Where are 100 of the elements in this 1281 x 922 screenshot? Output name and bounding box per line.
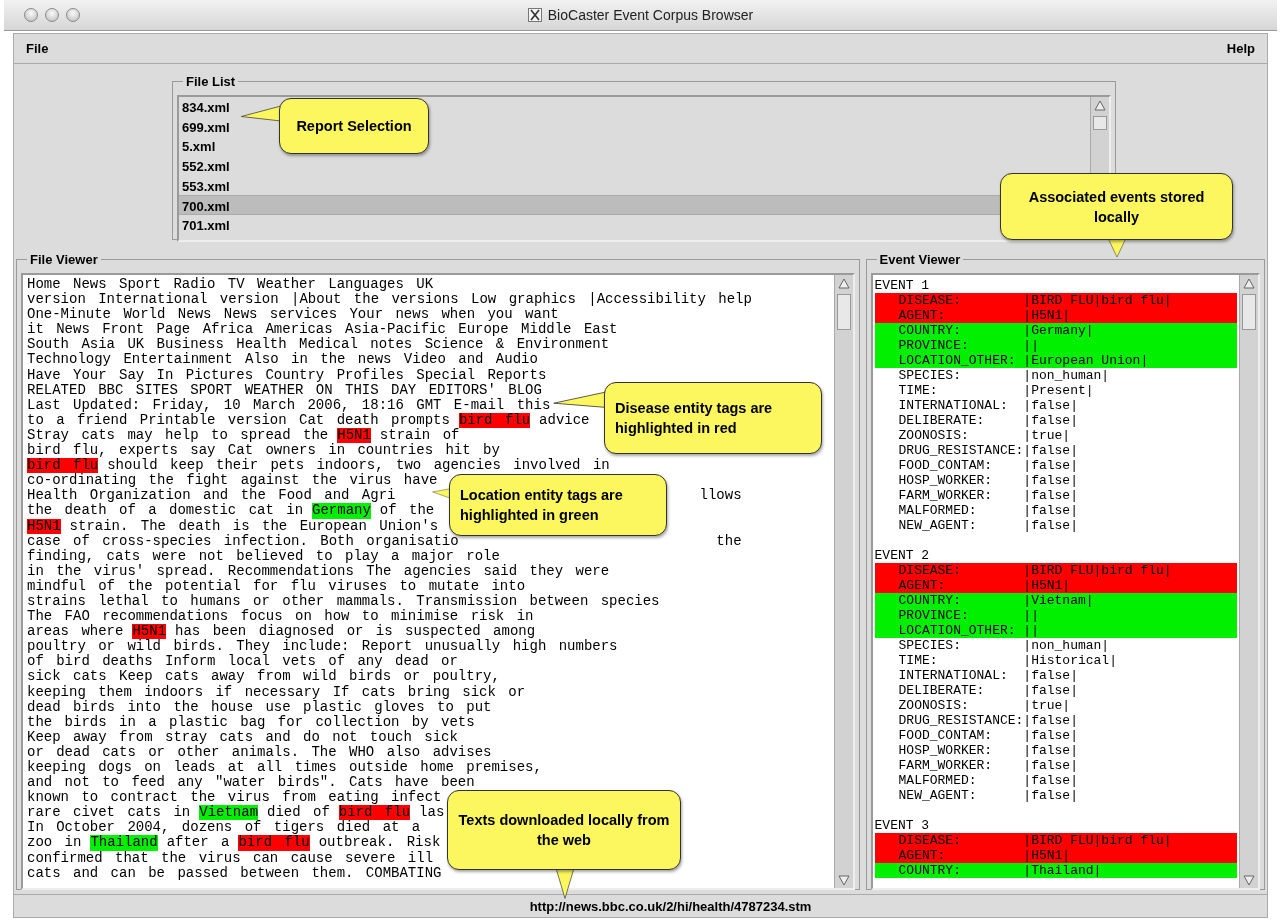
article-text: mindful of the potential for flu viruses to mutate into [27, 578, 526, 594]
disease-tag: H5N1 [27, 518, 61, 534]
article-text: known to contract the virus from eating infect [27, 790, 442, 806]
field-label: TIME: [898, 653, 939, 668]
article-text: Last Updated: Friday, 10 March 2006, 18:16 GMT E-mail this [27, 397, 551, 413]
field-label: DRUG_RESISTANCE: [898, 443, 1024, 458]
scrollbar-thumb[interactable] [1093, 116, 1107, 130]
field-value: |Vietnam| [1023, 593, 1094, 608]
field-label: NEW_AGENT: [898, 788, 978, 803]
article-text: the [716, 533, 742, 549]
article-text: The FAO recommendations focus on how to minimise risk in [27, 609, 534, 625]
scrollbar-thumb[interactable] [836, 294, 851, 330]
field-label: ZOONOSIS: [898, 698, 970, 713]
field-value: |false| [1023, 668, 1078, 683]
file-list-item[interactable]: 699.xml [179, 117, 230, 138]
article-text: cats and can be passed between them. COMBATING [27, 865, 442, 881]
article-text: finding, cats were not believed to play a major role [27, 548, 500, 564]
file-list-item[interactable]: 700.xml [179, 197, 230, 218]
file-list-item[interactable]: 553.xml [179, 176, 230, 197]
field-label: AGENT: [898, 578, 947, 593]
article-text: areas where [27, 624, 124, 640]
scrollbar-thumb[interactable] [1242, 294, 1256, 330]
article-text: co-ordinating the fight against the virus have [27, 473, 438, 489]
scroll-down-icon[interactable] [835, 872, 852, 888]
article-text: Have Your Say In Pictures Country Profiles Special Reports [27, 367, 547, 383]
file-list-item[interactable]: 5.xml [179, 137, 216, 158]
article-text: Keep away from stray cats and do not touch sick [27, 729, 458, 745]
field-label: DISEASE: [898, 833, 962, 848]
field-value: |false| [1023, 518, 1078, 533]
event-heading: EVENT 3 [874, 818, 931, 833]
article-text: In October 2004, dozens of tigers died at a [27, 820, 421, 836]
field-label: FOOD_CONTAM: [898, 458, 994, 473]
disease-tag: bird flu [27, 458, 99, 474]
field-label: COUNTRY: [898, 593, 962, 608]
field-value: |true| [1023, 698, 1071, 713]
article-text: bird flu, experts say Cat owners in countries hit by [27, 443, 500, 459]
field-label: LOCATION_OTHER: [898, 353, 1017, 368]
minimize-button[interactable] [45, 8, 59, 22]
field-value: |Thailand| [1023, 863, 1102, 878]
field-value: |false| [1023, 788, 1078, 803]
field-value: |false| [1023, 713, 1078, 728]
article-text: poultry or wild birds. They include: Report unusually high numbers [27, 639, 618, 655]
file-list-item[interactable]: 701.xml [179, 216, 230, 236]
callout-tooltip: Location entity tags are highlighted in green [449, 474, 667, 536]
scroll-up-icon[interactable] [1092, 98, 1108, 114]
panel-title: File List [185, 74, 237, 89]
article-text: confirmed that the virus can cause severe ill [27, 850, 434, 866]
article-text: keeping them indoors if necessary If cats bring sick or [27, 684, 526, 700]
disease-tag: bird flu [238, 835, 310, 851]
url-text: http://news.bbc.co.uk/2/hi/health/4787234.stm [529, 898, 812, 914]
field-value: |false| [1023, 398, 1078, 413]
field-value: |BIRD FLU|bird flu| [1023, 563, 1172, 578]
field-label: INTERNATIONAL: [898, 668, 1009, 683]
field-value: |false| [1023, 728, 1078, 743]
field-value: |false| [1023, 683, 1078, 698]
file-list-item[interactable]: 834.xml [179, 98, 230, 118]
panel-title: Event Viewer [878, 252, 962, 267]
article-text: strain of [379, 427, 460, 443]
article-text: Technology Entertainment Also in the news Video and Audio [27, 352, 538, 368]
field-value: |Germany| [1023, 323, 1094, 338]
field-value: |false| [1023, 443, 1078, 458]
panel-title: File Viewer [29, 252, 99, 267]
field-value: |false| [1023, 503, 1078, 518]
event-heading: EVENT 1 [874, 278, 931, 293]
scroll-down-icon[interactable] [1241, 872, 1257, 888]
article-text: Stray cats may help to spread the [27, 427, 329, 443]
file-list-item[interactable]: 552.xml [179, 157, 230, 177]
article-text: in the virus' spread. Recommendations The agencies said they were [27, 563, 610, 579]
article-text: or dead cats or other animals. The WHO also advises [27, 744, 492, 760]
vertical-scrollbar[interactable] [1239, 275, 1258, 888]
article-text: One-Minute World News News services Your news when you want [27, 307, 559, 323]
article-text: outbreak. Risk [318, 835, 441, 851]
field-label: MALFORMED: [898, 773, 978, 788]
callout-tooltip: Texts downloaded locally from the web [447, 790, 681, 870]
scroll-up-icon[interactable] [835, 276, 852, 292]
field-label: COUNTRY: [898, 863, 962, 878]
article-text: to a friend Printable version Cat death prompts [27, 412, 450, 428]
field-label: SPECIES: [898, 368, 962, 383]
field-label: SPECIES: [898, 638, 962, 653]
file-menu[interactable]: File [26, 41, 49, 56]
article-text: South Asia UK Business Health Medical notes Science & Environment [27, 337, 610, 353]
callout-tooltip: Disease entity tags are highlighted in red [604, 382, 822, 454]
field-label: NEW_AGENT: [898, 518, 978, 533]
field-value: |Present| [1023, 383, 1094, 398]
help-menu[interactable]: Help [1226, 41, 1255, 56]
close-button[interactable] [24, 8, 38, 22]
article-text: of bird deaths Inform local vets of any dead or [27, 654, 458, 670]
disease-tag: H5N1 [132, 624, 167, 640]
location-tag: Vietnam [199, 805, 259, 821]
article-text: keeping dogs on leads at all times outside home premises, [27, 760, 542, 775]
field-value: |false| [1023, 458, 1078, 473]
zoom-button[interactable] [66, 8, 80, 22]
disease-tag: bird flu [458, 412, 531, 428]
article-text: Home News Sport Radio TV Weather Languages UK [27, 277, 434, 292]
field-label: PROVINCE: [898, 608, 970, 623]
scroll-up-icon[interactable] [1241, 276, 1257, 292]
field-value: |true| [1023, 428, 1071, 443]
location-tag: Thailand [90, 835, 158, 851]
field-value: |false| [1023, 413, 1078, 428]
window-title: BioCaster Event Corpus Browser [547, 7, 754, 23]
